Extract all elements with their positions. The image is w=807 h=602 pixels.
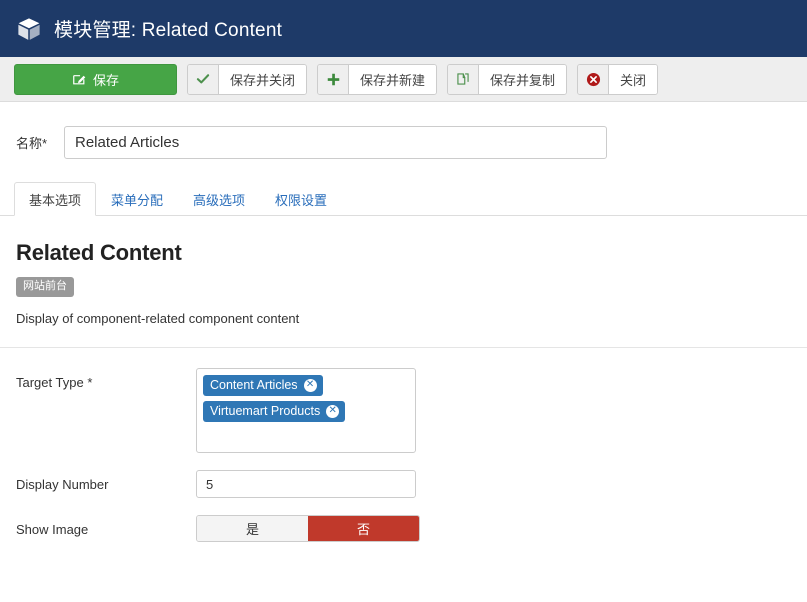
tab-basic-options-label: 基本选项 xyxy=(29,192,82,208)
module-title: Related Content xyxy=(16,240,182,265)
save-button-label: 保存 xyxy=(92,72,119,88)
target-type-label: Target Type * xyxy=(16,368,196,390)
close-button-label: 关闭 xyxy=(609,64,658,94)
module-options-form: Target Type * Content Articles ✕ Virtuem… xyxy=(0,348,807,542)
chip-content-articles[interactable]: Content Articles ✕ xyxy=(203,375,323,396)
close-circle-icon xyxy=(578,64,610,94)
module-name-label-text: 名称 xyxy=(16,136,43,151)
target-type-chips-box[interactable]: Content Articles ✕ Virtuemart Products ✕ xyxy=(196,368,416,453)
show-image-row: Show Image 是 否 xyxy=(0,515,807,542)
save-and-close-label: 保存并关闭 xyxy=(219,64,307,94)
module-name-label: 名称* xyxy=(16,133,64,152)
tab-advanced-options[interactable]: 高级选项 xyxy=(178,182,260,216)
module-description: Display of component-related component c… xyxy=(16,311,300,326)
save-and-new-label: 保存并新建 xyxy=(349,64,437,94)
tab-menu-assignment[interactable]: 菜单分配 xyxy=(96,182,178,216)
show-image-label: Show Image xyxy=(16,522,89,537)
show-image-toggle[interactable]: 是 否 xyxy=(196,515,420,542)
tab-permissions-label: 权限设置 xyxy=(275,192,328,208)
chip-virtuemart-products[interactable]: Virtuemart Products ✕ xyxy=(203,401,346,422)
show-image-yes-label: 是 xyxy=(245,522,259,537)
module-name-input[interactable] xyxy=(64,126,607,159)
save-and-close-button[interactable]: 保存并关闭 xyxy=(187,63,308,95)
required-marker: * xyxy=(42,136,48,151)
target-type-required-marker: * xyxy=(87,375,93,390)
tab-basic-options[interactable]: 基本选项 xyxy=(14,182,97,216)
save-and-new-button[interactable]: 保存并新建 xyxy=(317,63,438,95)
copy-icon xyxy=(448,64,480,94)
check-icon xyxy=(188,64,219,94)
page-title: 模块管理: Related Content xyxy=(54,20,283,41)
target-type-label-text: Target Type xyxy=(16,375,84,390)
save-button[interactable]: 保存 xyxy=(14,63,177,95)
tab-bar: 基本选项 菜单分配 高级选项 权限设置 xyxy=(0,181,807,216)
plus-icon xyxy=(318,64,350,94)
page-header: 模块管理: Related Content xyxy=(0,0,807,57)
show-image-yes-option[interactable]: 是 xyxy=(197,516,308,541)
close-button[interactable]: 关闭 xyxy=(577,63,659,95)
tab-permissions[interactable]: 权限设置 xyxy=(260,182,342,216)
toolbar: 保存 保存并关闭 保存并新建 保存并复制 关闭 xyxy=(0,57,807,102)
module-name-row: 名称* xyxy=(0,102,807,159)
display-number-input[interactable] xyxy=(196,470,416,498)
close-circle-icon[interactable]: ✕ xyxy=(326,404,340,418)
pencil-square-icon xyxy=(72,72,86,86)
module-info: Related Content 网站前台 Display of componen… xyxy=(0,216,807,326)
chip-content-articles-label: Content Articles xyxy=(210,378,298,392)
cube-icon xyxy=(16,16,42,42)
display-number-row: Display Number xyxy=(0,470,807,498)
close-circle-icon[interactable]: ✕ xyxy=(303,378,317,392)
module-client-badge: 网站前台 xyxy=(16,277,74,297)
target-type-row: Target Type * Content Articles ✕ Virtuem… xyxy=(0,368,807,453)
display-number-label: Display Number xyxy=(16,477,109,492)
show-image-no-label: 否 xyxy=(356,522,370,537)
tab-menu-assignment-label: 菜单分配 xyxy=(111,192,164,208)
save-as-copy-label: 保存并复制 xyxy=(479,64,567,94)
chip-virtuemart-products-label: Virtuemart Products xyxy=(210,404,321,418)
tab-advanced-options-label: 高级选项 xyxy=(193,192,246,208)
save-as-copy-button[interactable]: 保存并复制 xyxy=(447,63,568,95)
show-image-no-option[interactable]: 否 xyxy=(308,516,419,541)
